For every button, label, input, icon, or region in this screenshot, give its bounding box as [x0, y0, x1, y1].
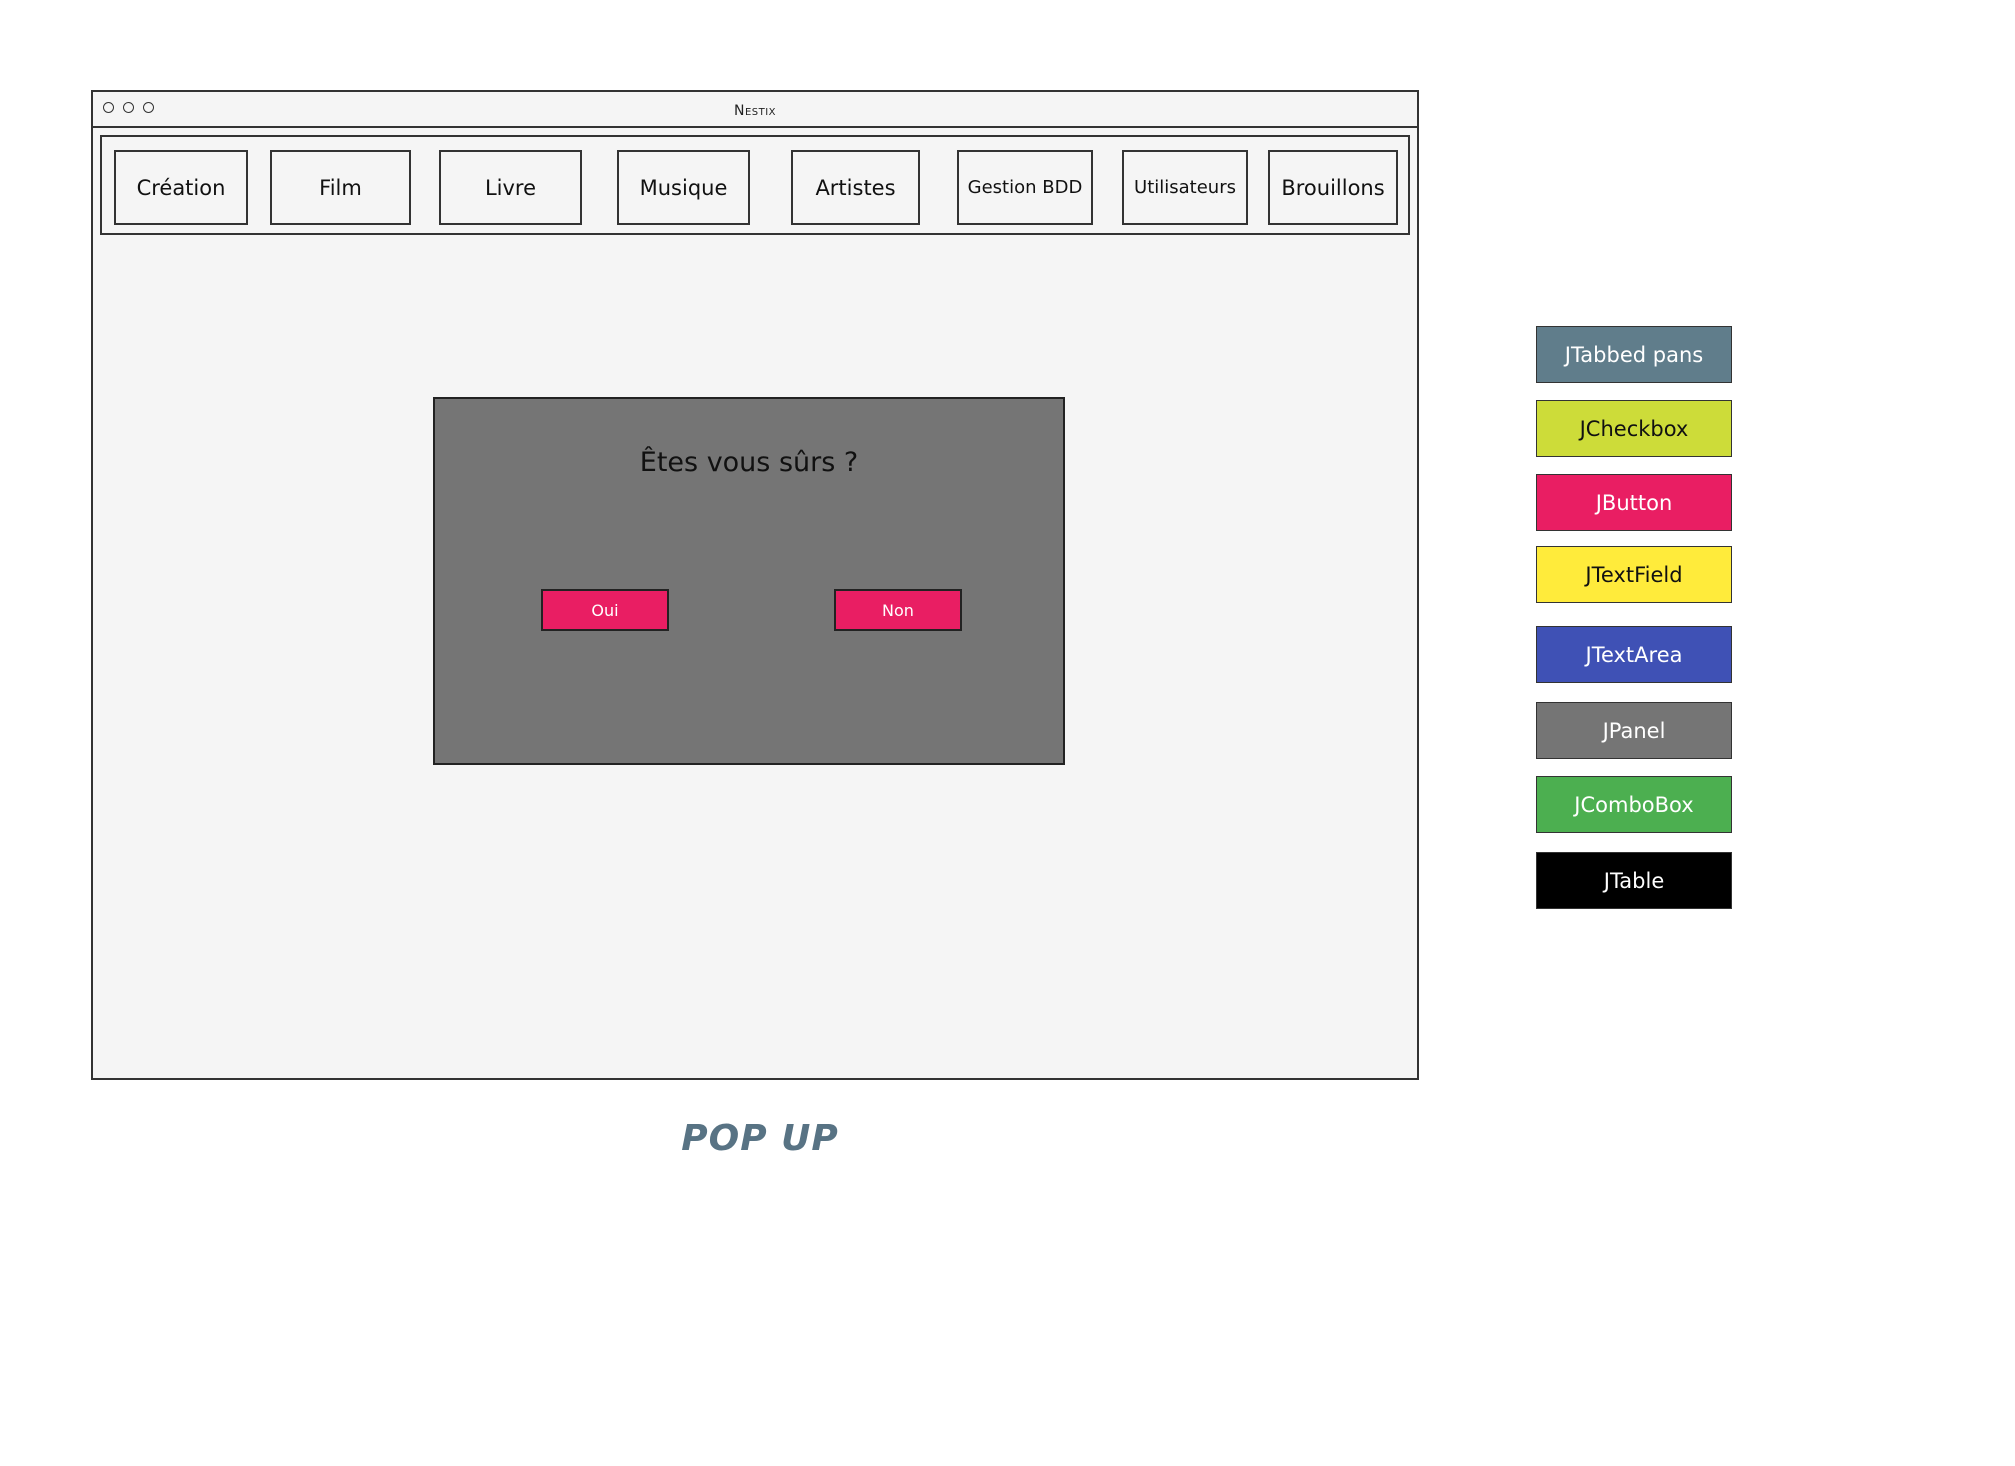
- diagram-caption: POP UP: [681, 1118, 839, 1159]
- app-window: Nestix Création Film Livre Musique Artis…: [91, 90, 1419, 1080]
- legend-item-jcombobox: JComboBox: [1536, 776, 1732, 833]
- confirmation-popup: Êtes vous sûrs ? Oui Non: [433, 397, 1065, 765]
- tab-creation[interactable]: Création: [114, 150, 248, 225]
- legend-item-jtabbed-pans: JTabbed pans: [1536, 326, 1732, 383]
- window-titlebar: Nestix: [93, 92, 1417, 128]
- tab-bar: Création Film Livre Musique Artistes Ges…: [100, 135, 1410, 235]
- tab-film[interactable]: Film: [270, 150, 411, 225]
- legend-item-jtextfield: JTextField: [1536, 546, 1732, 603]
- legend-item-jtextarea: JTextArea: [1536, 626, 1732, 683]
- legend-item-jcheckbox: JCheckbox: [1536, 400, 1732, 457]
- tab-utilisateurs[interactable]: Utilisateurs: [1122, 150, 1248, 225]
- tab-musique[interactable]: Musique: [617, 150, 750, 225]
- no-button[interactable]: Non: [834, 589, 962, 631]
- legend-item-jpanel: JPanel: [1536, 702, 1732, 759]
- tab-brouillons[interactable]: Brouillons: [1268, 150, 1398, 225]
- legend-item-jtable: JTable: [1536, 852, 1732, 909]
- legend-item-jbutton: JButton: [1536, 474, 1732, 531]
- tab-livre[interactable]: Livre: [439, 150, 582, 225]
- tab-artistes[interactable]: Artistes: [791, 150, 920, 225]
- tab-gestion-bdd[interactable]: Gestion BDD: [957, 150, 1093, 225]
- yes-button[interactable]: Oui: [541, 589, 669, 631]
- popup-question: Êtes vous sûrs ?: [639, 447, 859, 478]
- window-title: Nestix: [733, 103, 777, 119]
